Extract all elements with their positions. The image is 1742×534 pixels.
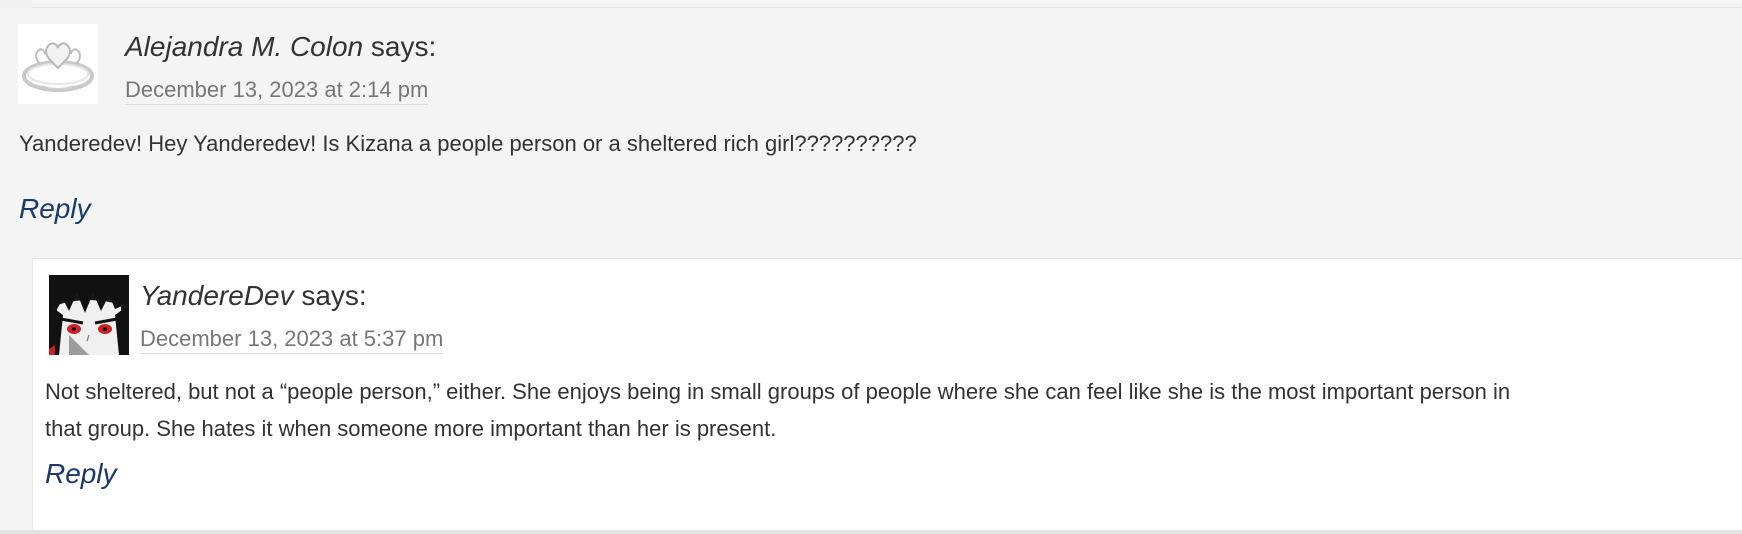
bottom-divider xyxy=(0,530,1742,534)
comment-author: Alejandra M. Colon xyxy=(125,31,364,62)
comments-page: Alejandra M. Colon says: December 13, 20… xyxy=(0,0,1742,534)
comment-text: Not sheltered, but not a “people person,… xyxy=(45,373,1735,447)
comment-text-line-2: that group. She hates it when someone mo… xyxy=(45,416,777,441)
comment-yanderedev: YandereDev says: December 13, 2023 at 5:… xyxy=(32,258,1742,534)
anime-face-avatar-image xyxy=(49,275,129,355)
ring-avatar-image xyxy=(18,24,98,104)
previous-comment-edge xyxy=(0,0,1742,8)
comment-text: Yanderedev! Hey Yanderedev! Is Kizana a … xyxy=(19,131,917,156)
comment-alejandra: Alejandra M. Colon says: December 13, 20… xyxy=(0,8,1742,534)
reply-button[interactable]: Reply xyxy=(19,192,91,226)
ring-avatar-icon[interactable] xyxy=(18,24,98,104)
comment-author-line: Alejandra M. Colon says: xyxy=(125,30,436,64)
reply-button[interactable]: Reply xyxy=(45,457,117,491)
comment-author: YandereDev xyxy=(140,280,294,311)
comment-date-link[interactable]: December 13, 2023 at 2:14 pm xyxy=(125,76,429,105)
comment-text-line-1: Not sheltered, but not a “people person,… xyxy=(45,379,1511,404)
says-label: says: xyxy=(370,31,437,62)
comment-date-link[interactable]: December 13, 2023 at 5:37 pm xyxy=(140,325,444,354)
says-label: says: xyxy=(301,280,367,311)
thread-rail xyxy=(0,0,32,8)
comment-author-line: YandereDev says: xyxy=(140,279,367,313)
anime-face-avatar-icon[interactable] xyxy=(49,275,129,355)
